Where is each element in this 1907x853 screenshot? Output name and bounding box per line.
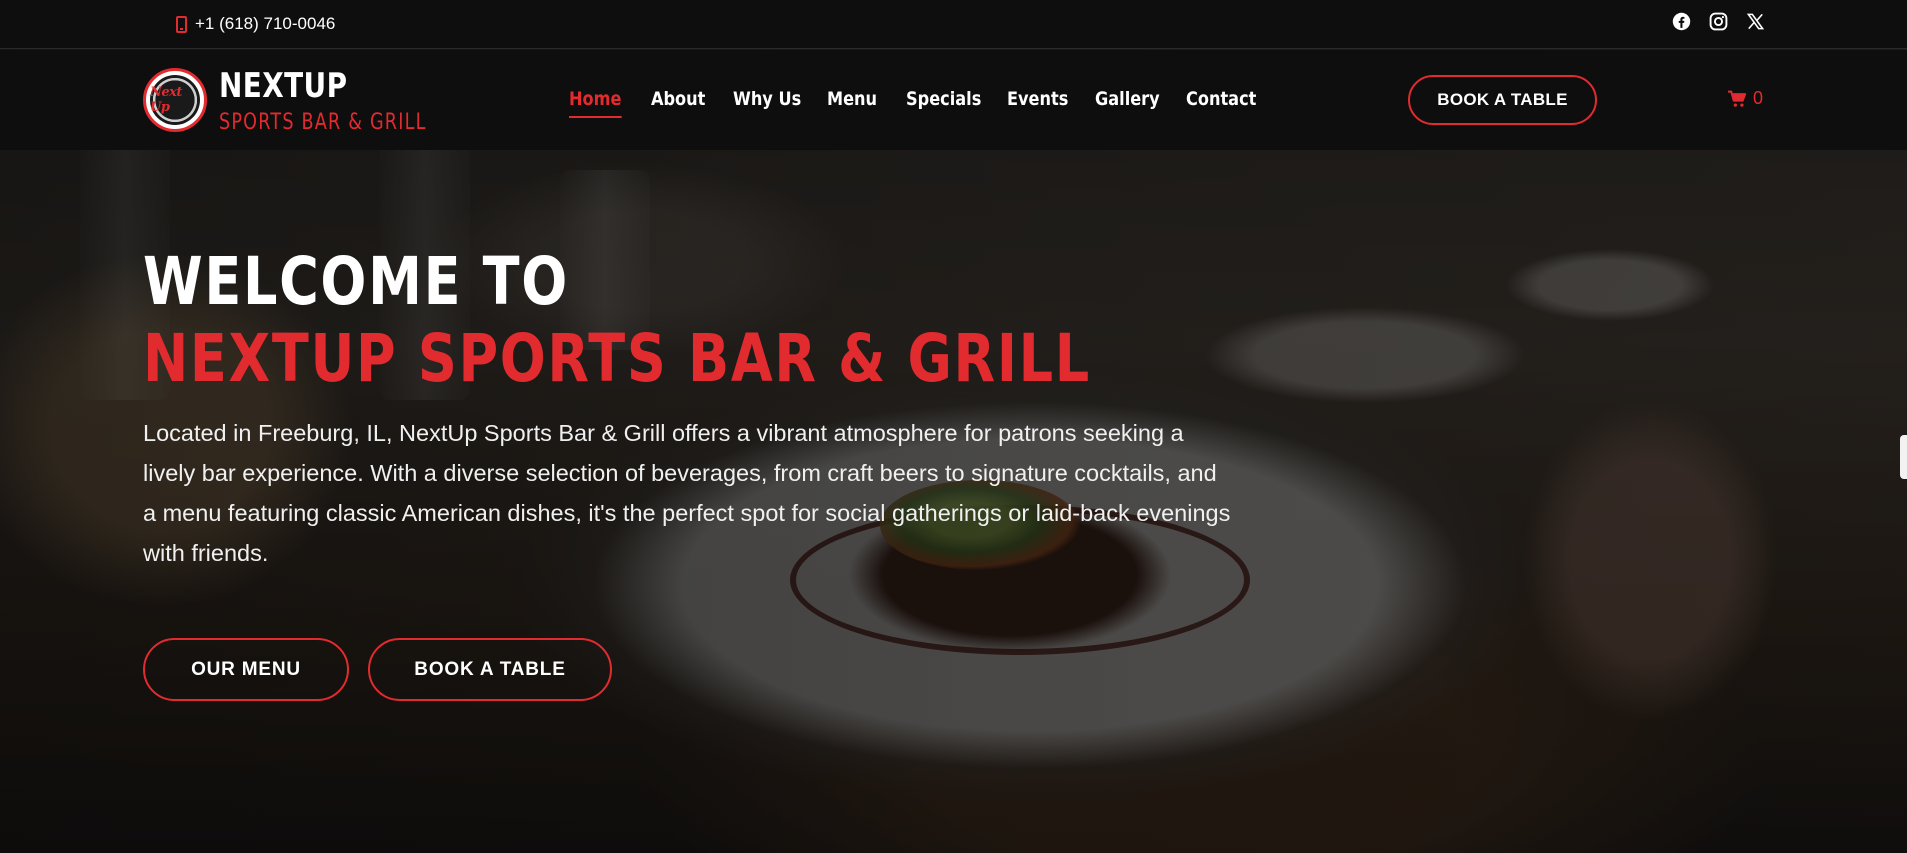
hero-title-welcome: WELCOME TO — [143, 243, 569, 320]
facebook-icon[interactable] — [1672, 12, 1691, 31]
x-icon[interactable] — [1746, 12, 1765, 31]
nav-item-menu[interactable]: Menu — [827, 88, 877, 110]
shopping-cart-icon — [1727, 90, 1747, 108]
side-tab-handle[interactable] — [1900, 435, 1907, 479]
page: +1 (618) 710-0046 Next Up NEXTUP SPORTS … — [0, 0, 1907, 853]
our-menu-button[interactable]: OUR MENU — [143, 638, 349, 701]
cart-button[interactable]: 0 — [1727, 88, 1763, 109]
nav-item-specials[interactable]: Specials — [906, 88, 981, 110]
hero-book-table-button[interactable]: BOOK A TABLE — [368, 638, 612, 701]
nav-item-about[interactable]: About — [651, 88, 705, 110]
nav-item-contact[interactable]: Contact — [1186, 88, 1256, 110]
nav-item-home[interactable]: Home — [569, 88, 621, 118]
hero-title-name: NEXTUP SPORTS BAR & GRILL — [143, 320, 1091, 397]
nav-item-events[interactable]: Events — [1007, 88, 1068, 110]
instagram-icon[interactable] — [1709, 12, 1728, 31]
logo-text: Next Up — [150, 75, 200, 125]
nav-item-why-us[interactable]: Why Us — [733, 88, 801, 110]
brand-subtitle: SPORTS BAR & GRILL — [219, 110, 427, 135]
phone-contact[interactable]: +1 (618) 710-0046 — [176, 13, 335, 35]
brand-logo[interactable]: Next Up — [143, 68, 207, 132]
mobile-phone-icon — [176, 15, 187, 33]
main-navbar: Next Up NEXTUP SPORTS BAR & GRILL Home A… — [0, 50, 1907, 150]
cart-count: 0 — [1753, 88, 1764, 108]
book-table-button[interactable]: BOOK A TABLE — [1408, 75, 1597, 125]
hero-description: Located in Freeburg, IL, NextUp Sports B… — [143, 420, 1231, 566]
top-bar: +1 (618) 710-0046 — [0, 0, 1907, 49]
nav-item-gallery[interactable]: Gallery — [1095, 88, 1160, 110]
brand-name[interactable]: NEXTUP — [219, 66, 347, 106]
social-links — [1672, 12, 1765, 31]
phone-number: +1 (618) 710-0046 — [195, 14, 336, 33]
